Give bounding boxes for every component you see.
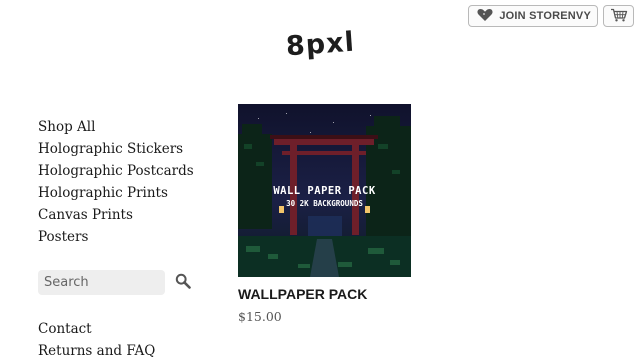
cart-icon xyxy=(610,7,628,26)
product-card: WALL PAPER PACK 30 2K BACKGROUNDS WALLPA… xyxy=(238,104,411,324)
search-button[interactable] xyxy=(172,272,194,294)
nav-item-shop-all[interactable]: Shop All xyxy=(38,116,194,138)
join-storenvy-label: JOIN STORENVY xyxy=(499,10,591,22)
nav-item-posters[interactable]: Posters xyxy=(38,226,194,248)
join-storenvy-button[interactable]: JOIN STORENVY xyxy=(468,5,598,27)
product-image-subtitle: 30 2K BACKGROUNDS xyxy=(286,199,363,208)
footer-item-returns-faq[interactable]: Returns and FAQ xyxy=(38,340,155,362)
nav-item-holographic-prints[interactable]: Holographic Prints xyxy=(38,182,194,204)
heart-icon xyxy=(477,7,493,26)
product-image[interactable]: WALL PAPER PACK 30 2K BACKGROUNDS xyxy=(238,104,411,277)
nav-item-holographic-stickers[interactable]: Holographic Stickers xyxy=(38,138,194,160)
product-price: $15.00 xyxy=(238,309,282,324)
store-logo[interactable]: 8pxl xyxy=(0,26,640,63)
footer-item-contact[interactable]: Contact xyxy=(38,318,155,340)
search-form xyxy=(38,270,194,295)
search-input[interactable] xyxy=(38,270,165,295)
top-bar: JOIN STORENVY xyxy=(468,5,634,27)
cart-button[interactable] xyxy=(603,5,634,27)
sidebar-nav: Shop All Holographic Stickers Holographi… xyxy=(38,116,194,248)
nav-item-canvas-prints[interactable]: Canvas Prints xyxy=(38,204,194,226)
product-title[interactable]: WALLPAPER PACK xyxy=(238,286,411,302)
nav-item-holographic-postcards[interactable]: Holographic Postcards xyxy=(38,160,194,182)
product-image-title: WALL PAPER PACK xyxy=(273,185,376,197)
store-logo-text: 8pxl xyxy=(284,26,356,63)
footer-nav: Contact Returns and FAQ xyxy=(38,318,155,362)
search-icon xyxy=(175,273,191,293)
